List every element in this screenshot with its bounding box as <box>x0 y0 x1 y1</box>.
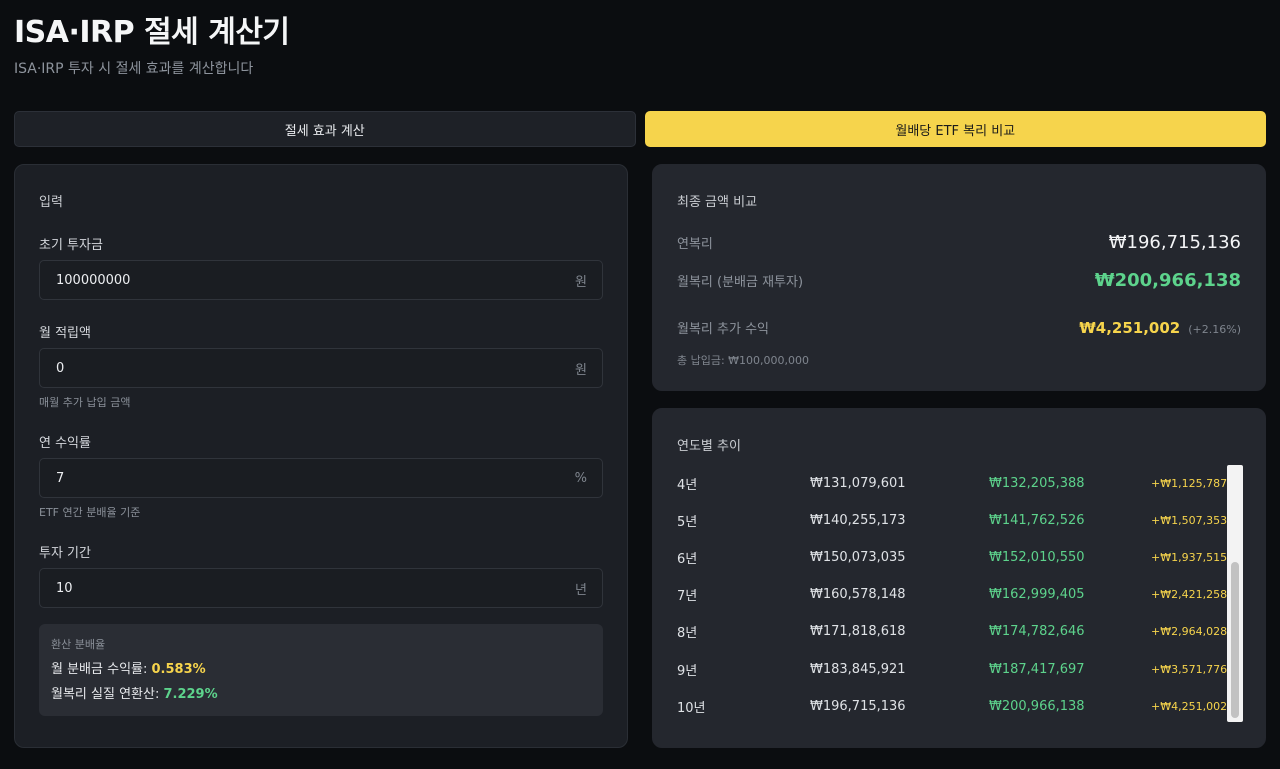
monthly-deposit-value[interactable]: 0 <box>56 361 64 376</box>
row-difference: +₩4,251,002 <box>1151 699 1228 713</box>
monthly-deposit-hint: 매월 추가 납입 금액 <box>39 396 131 409</box>
monthly-compound-value: ₩200,966,138 <box>1094 270 1241 291</box>
row-difference: +₩1,937,515 <box>1151 551 1228 565</box>
row-difference: +₩2,964,028 <box>1151 625 1228 639</box>
annual-compound-row: 연복리 ₩196,715,136 <box>677 232 1241 253</box>
total-paid-text: 총 납입금: ₩100,000,000 <box>677 354 810 367</box>
tab-bar: 절세 효과 계산 월배당 ETF 복리 비교 <box>14 111 1266 147</box>
row-monthly-value: ₩162,999,405 <box>989 587 1085 603</box>
investment-period-value[interactable]: 10 <box>56 581 73 596</box>
row-monthly-value: ₩141,762,526 <box>989 513 1085 529</box>
row-year: 4년 <box>677 478 698 494</box>
row-annual-value: ₩171,818,618 <box>810 624 906 640</box>
extra-return-value: ₩4,251,002 <box>1079 319 1181 337</box>
compare-heading: 최종 금액 비교 <box>677 195 758 210</box>
yearly-heading: 연도별 추이 <box>677 439 741 454</box>
row-difference: +₩2,421,258 <box>1151 588 1228 602</box>
table-row: 6년 ₩150,073,035 ₩152,010,550 +₩1,937,515 <box>677 539 1230 576</box>
effective-annual-value: 7.229% <box>163 687 218 702</box>
initial-investment-input[interactable]: 100000000 원 <box>39 260 603 300</box>
initial-investment-label: 초기 투자금 <box>39 238 103 253</box>
monthly-deposit-label: 월 적립액 <box>39 326 91 341</box>
row-annual-value: ₩196,715,136 <box>810 698 906 714</box>
row-monthly-value: ₩174,782,646 <box>989 624 1085 640</box>
annual-rate-unit: % <box>574 470 587 486</box>
row-year: 5년 <box>677 515 698 531</box>
row-annual-value: ₩140,255,173 <box>810 513 906 529</box>
row-year: 6년 <box>677 552 698 568</box>
table-row: 4년 ₩131,079,601 ₩132,205,388 +₩1,125,787 <box>677 465 1230 502</box>
table-row: 5년 ₩140,255,173 ₩141,762,526 +₩1,507,353 <box>677 502 1230 539</box>
yearly-scrollbar-thumb[interactable] <box>1231 562 1239 718</box>
extra-return-group: ₩4,251,002 (+2.16%) <box>1079 318 1241 337</box>
monthly-yield-value: 0.583% <box>151 662 206 677</box>
input-panel-heading: 입력 <box>39 195 63 210</box>
row-monthly-value: ₩187,417,697 <box>989 661 1085 677</box>
row-monthly-value: ₩132,205,388 <box>989 476 1085 492</box>
extra-return-percent: (+2.16%) <box>1188 323 1241 336</box>
monthly-yield-line: 월 분배금 수익률: 0.583% <box>51 658 591 677</box>
tab-tax-saving[interactable]: 절세 효과 계산 <box>14 111 636 147</box>
conversion-title: 환산 분배율 <box>51 638 106 651</box>
monthly-yield-label: 월 분배금 수익률: <box>51 662 148 677</box>
input-panel: 입력 초기 투자금 100000000 원 월 적립액 0 원 매월 추가 납입… <box>14 164 628 748</box>
monthly-compound-row: 월복리 (분배금 재투자) ₩200,966,138 <box>677 270 1241 291</box>
page-subtitle: ISA·IRP 투자 시 절세 효과를 계산합니다 <box>14 61 254 77</box>
annual-compound-label: 연복리 <box>677 237 713 252</box>
row-monthly-value: ₩152,010,550 <box>989 550 1085 566</box>
row-annual-value: ₩183,845,921 <box>810 661 906 677</box>
row-year: 8년 <box>677 626 698 642</box>
annual-compound-value: ₩196,715,136 <box>1108 232 1241 253</box>
monthly-compound-label: 월복리 (분배금 재투자) <box>677 275 804 290</box>
table-row: 9년 ₩183,845,921 ₩187,417,697 +₩3,571,776 <box>677 650 1230 687</box>
table-row: 8년 ₩171,818,618 ₩174,782,646 +₩2,964,028 <box>677 613 1230 650</box>
tab-monthly-etf-compare[interactable]: 월배당 ETF 복리 비교 <box>644 111 1266 147</box>
page-title: ISA·IRP 절세 계산기 <box>14 15 290 50</box>
conversion-box: 환산 분배율 월 분배금 수익률: 0.583% 월복리 실질 연환산: 7.2… <box>39 624 603 716</box>
initial-investment-unit: 원 <box>575 274 587 290</box>
extra-return-label: 월복리 추가 수익 <box>677 322 769 337</box>
row-year: 10년 <box>677 700 706 716</box>
investment-period-input[interactable]: 10 년 <box>39 568 603 608</box>
yearly-list[interactable]: 4년 ₩131,079,601 ₩132,205,388 +₩1,125,787… <box>677 465 1230 731</box>
row-annual-value: ₩160,578,148 <box>810 587 906 603</box>
annual-rate-input[interactable]: 7 % <box>39 458 603 498</box>
row-monthly-value: ₩200,966,138 <box>989 698 1085 714</box>
initial-investment-value[interactable]: 100000000 <box>56 273 130 288</box>
table-row: 7년 ₩160,578,148 ₩162,999,405 +₩2,421,258 <box>677 576 1230 613</box>
monthly-deposit-unit: 원 <box>575 362 587 378</box>
row-year: 9년 <box>677 663 698 679</box>
row-annual-value: ₩150,073,035 <box>810 550 906 566</box>
row-annual-value: ₩131,079,601 <box>810 476 906 492</box>
final-compare-panel: 최종 금액 비교 연복리 ₩196,715,136 월복리 (분배금 재투자) … <box>652 164 1266 391</box>
effective-annual-line: 월복리 실질 연환산: 7.229% <box>51 683 591 702</box>
extra-return-row: 월복리 추가 수익 ₩4,251,002 (+2.16%) <box>677 318 1241 337</box>
row-difference: +₩1,125,787 <box>1151 477 1228 491</box>
table-row: 10년 ₩196,715,136 ₩200,966,138 +₩4,251,00… <box>677 688 1230 725</box>
page-header: ISA·IRP 절세 계산기 ISA·IRP 투자 시 절세 효과를 계산합니다 <box>14 14 290 78</box>
investment-period-unit: 년 <box>575 582 587 598</box>
row-difference: +₩3,571,776 <box>1151 662 1228 676</box>
effective-annual-label: 월복리 실질 연환산: <box>51 687 160 702</box>
yearly-trend-panel: 연도별 추이 4년 ₩131,079,601 ₩132,205,388 +₩1,… <box>652 408 1266 748</box>
yearly-scrollbar[interactable] <box>1227 465 1243 722</box>
annual-rate-hint: ETF 연간 분배율 기준 <box>39 506 141 519</box>
annual-rate-value[interactable]: 7 <box>56 471 64 486</box>
row-year: 7년 <box>677 589 698 605</box>
monthly-deposit-input[interactable]: 0 원 <box>39 348 603 388</box>
row-difference: +₩1,507,353 <box>1151 514 1228 528</box>
annual-rate-label: 연 수익률 <box>39 436 91 451</box>
investment-period-label: 투자 기간 <box>39 546 91 561</box>
